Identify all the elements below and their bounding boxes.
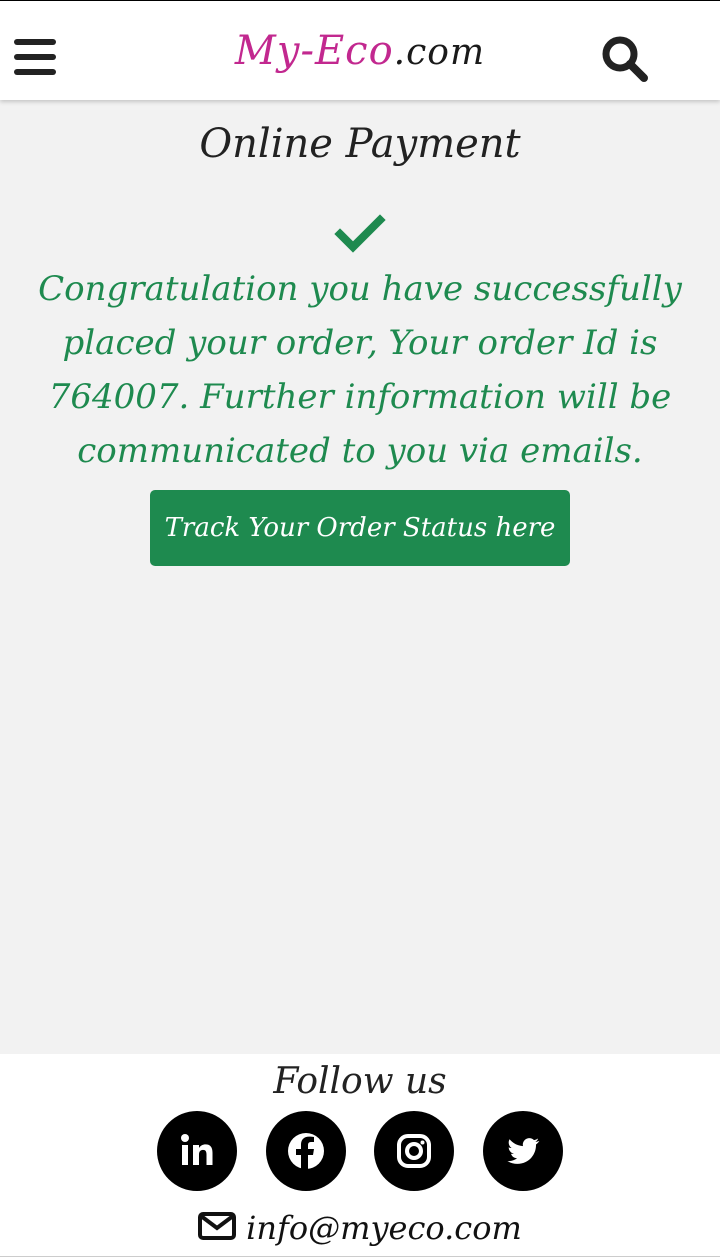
search-icon[interactable] bbox=[600, 35, 650, 83]
twitter-icon[interactable] bbox=[483, 1111, 563, 1191]
follow-us-heading: Follow us bbox=[273, 1061, 447, 1102]
contact-email-row[interactable]: info@myeco.com bbox=[0, 1206, 720, 1250]
page: My-Eco.com Online Payment Congratulation… bbox=[0, 0, 720, 1257]
envelope-icon bbox=[198, 1211, 237, 1245]
linkedin-icon[interactable] bbox=[157, 1111, 237, 1191]
instagram-icon[interactable] bbox=[374, 1111, 454, 1191]
page-title: Online Payment bbox=[199, 121, 521, 167]
footer: Follow us info@myeco.com bbox=[0, 1054, 720, 1257]
order-success-message: Congratulation you have successfully pla… bbox=[38, 269, 682, 471]
top-header: My-Eco.com bbox=[0, 0, 720, 100]
facebook-icon[interactable] bbox=[266, 1111, 346, 1191]
checkmark-icon bbox=[334, 212, 386, 256]
logo-domain: .com bbox=[393, 32, 486, 73]
track-order-button[interactable]: Track Your Order Status here bbox=[150, 490, 570, 566]
logo-brand: My-Eco bbox=[234, 28, 394, 74]
contact-email[interactable]: info@myeco.com bbox=[246, 1206, 522, 1250]
